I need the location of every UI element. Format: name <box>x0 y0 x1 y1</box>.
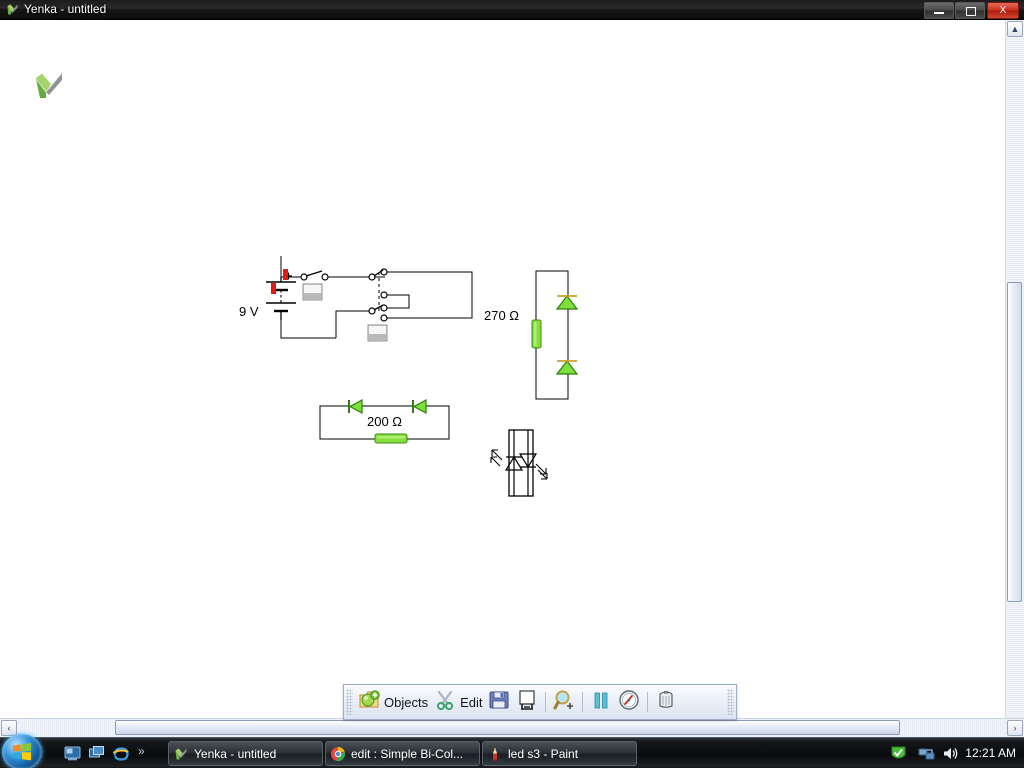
taskbar-button-paint[interactable]: led s3 - Paint <box>482 741 637 766</box>
taskbar-button-label: edit : Simple Bi-Col... <box>351 746 464 761</box>
resistor-270-label: 270 Ω <box>484 308 520 323</box>
volume-icon[interactable] <box>942 745 960 767</box>
edit-button[interactable]: Edit <box>431 687 485 717</box>
save-button[interactable] <box>485 687 513 717</box>
dpdt-switch <box>367 268 388 342</box>
diode-right <box>412 398 427 415</box>
scissors-icon <box>434 689 456 716</box>
battery-terminal-marker-negative <box>271 283 276 294</box>
window-title: Yenka - untitled <box>24 2 107 16</box>
horizontal-scroll-thumb[interactable] <box>115 720 900 735</box>
battery-terminal-marker-positive <box>283 269 288 280</box>
save-floppy-icon <box>488 689 510 716</box>
restore-icon <box>956 3 984 18</box>
toolbar-grip-left[interactable] <box>346 689 353 715</box>
vertical-scrollbar[interactable]: ▲ <box>1005 20 1024 718</box>
network-icon[interactable] <box>918 745 936 767</box>
scroll-right-button[interactable]: › <box>1007 720 1023 736</box>
minimize-button[interactable] <box>924 2 954 19</box>
start-button[interactable] <box>2 734 42 768</box>
horizontal-scrollbar[interactable]: ‹ › <box>0 718 1024 737</box>
taskbar-button-label: Yenka - untitled <box>194 746 277 761</box>
bicolour-led <box>490 429 548 497</box>
save-as-icon <box>516 689 538 716</box>
taskbar-button-yenka[interactable]: Yenka - untitled <box>168 741 323 766</box>
maximize-restore-button[interactable] <box>955 2 985 19</box>
objects-add-icon <box>358 689 380 716</box>
battery <box>266 277 296 320</box>
close-button[interactable]: X <box>987 2 1019 19</box>
toolbar-separator-1 <box>545 692 547 712</box>
toolbar-separator-3 <box>647 692 649 712</box>
scroll-up-button[interactable]: ▲ <box>1007 21 1023 37</box>
resistor-270 <box>531 319 542 349</box>
close-icon: X <box>999 5 1007 16</box>
edit-label: Edit <box>460 694 483 710</box>
meter-button[interactable] <box>615 687 643 717</box>
switch-windows-icon[interactable] <box>88 745 105 762</box>
action-center-icon[interactable] <box>890 745 907 767</box>
title-bar: Yenka - untitled X <box>0 0 1024 20</box>
taskbar-button-chrome[interactable]: edit : Simple Bi-Col... <box>325 741 480 766</box>
quicklaunch-overflow[interactable]: » <box>138 744 145 758</box>
resistor-200 <box>374 433 408 444</box>
led-lower <box>555 360 579 375</box>
delete-button[interactable] <box>652 687 680 717</box>
objects-button[interactable]: Objects <box>355 687 431 717</box>
circuit-diagram <box>266 256 579 497</box>
paint-icon <box>487 746 503 762</box>
internet-explorer-icon[interactable] <box>112 745 129 762</box>
zoom-in-magnifier-icon <box>553 689 575 716</box>
yenka-logo-icon <box>5 2 20 17</box>
push-switch <box>300 270 329 301</box>
toolbar-grip-right[interactable] <box>727 689 734 715</box>
led-upper <box>555 295 579 310</box>
pause-icon <box>590 689 612 716</box>
toolbar-separator-2 <box>582 692 584 712</box>
application-window: Yenka - untitled X 9 V 270 Ω 200 Ω ▲ ‹ ›… <box>0 0 1024 768</box>
objects-label: Objects <box>384 694 429 710</box>
zoom-in-button[interactable] <box>550 687 578 717</box>
gauge-meter-icon <box>618 689 640 716</box>
main-toolbar: Objects Edit <box>343 684 737 720</box>
chrome-icon <box>330 746 346 762</box>
vertical-scroll-thumb[interactable] <box>1007 282 1022 602</box>
minimize-icon <box>925 3 953 18</box>
taskbar-button-label: led s3 - Paint <box>508 746 579 761</box>
pause-button[interactable] <box>587 687 615 717</box>
trash-bin-icon <box>655 689 677 716</box>
taskbar-clock[interactable]: 12:21 AM <box>965 746 1016 760</box>
diode-left <box>348 398 363 415</box>
battery-voltage-label: 9 V <box>239 304 259 319</box>
resistor-200-label: 200 Ω <box>367 414 403 429</box>
taskbar: » Yenka - untitled edit: Simple Bi-Col.… <box>0 734 1024 768</box>
yenka-logo-icon <box>173 746 189 762</box>
save-as-button[interactable] <box>513 687 541 717</box>
circuit-canvas[interactable]: 9 V 270 Ω 200 Ω <box>0 20 1006 718</box>
show-desktop-icon[interactable] <box>64 745 81 762</box>
